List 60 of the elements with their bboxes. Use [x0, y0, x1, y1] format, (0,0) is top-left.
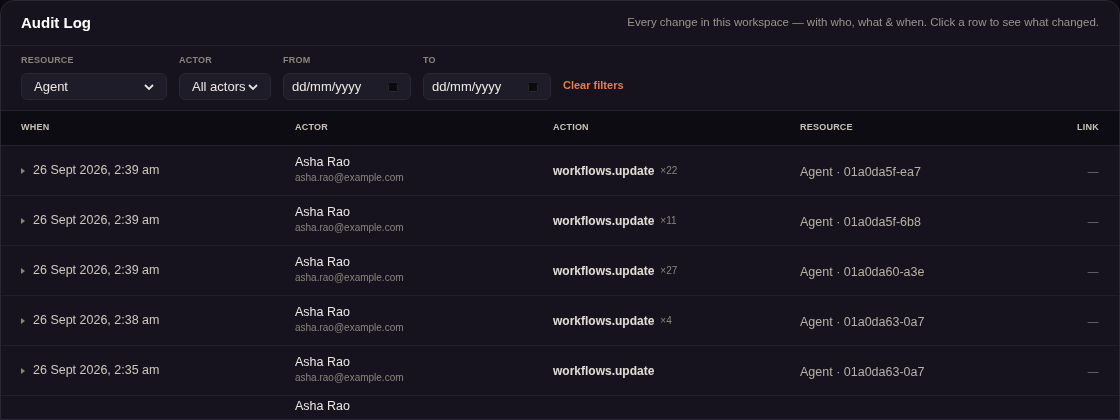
timestamp: 26 Sept 2026, 2:38 am — [33, 312, 160, 330]
empty-link-dash: — — [1087, 314, 1099, 329]
filter-label: FROM — [283, 53, 312, 67]
actor-name: Asha Rao — [295, 255, 351, 270]
timestamp: 26 Sept 2026, 2:39 am — [33, 162, 160, 180]
action-name: workflows.update — [553, 262, 655, 280]
action-count: ×11 — [660, 214, 677, 228]
chevron-down-icon — [144, 83, 154, 90]
action-name: workflows.update — [553, 362, 655, 380]
actor-name: Asha Rao — [295, 305, 351, 320]
empty-link-dash: — — [1087, 214, 1099, 229]
resource-name: Agent · 01a0da63-0a7 — [800, 314, 925, 329]
column-header: WHEN — [21, 121, 51, 135]
action-count: ×27 — [660, 264, 678, 278]
clear-filters-link[interactable]: Clear filters — [563, 76, 624, 93]
actor-name: Asha Rao — [295, 205, 351, 220]
caret-right-icon — [21, 367, 25, 374]
actor-email: asha.rao@example.com — [295, 221, 405, 235]
select-dropdown[interactable]: Agent — [21, 73, 167, 100]
date-input[interactable]: dd/mm/yyyy — [423, 73, 551, 100]
resource-name: Agent · 01a0da60-a3e — [800, 264, 925, 279]
actor-name: Asha Rao — [295, 399, 351, 414]
actor-email: asha.rao@example.com — [295, 321, 405, 335]
action-name: workflows.update — [553, 162, 655, 180]
column-header: ACTION — [553, 121, 590, 135]
column-header: LINK — [1076, 121, 1099, 135]
caret-right-icon — [21, 267, 25, 274]
resource-name: Agent · 01a0da5f-ea7 — [800, 164, 921, 179]
actor-email: asha.rao@example.com — [295, 371, 405, 385]
actor-name: Asha Rao — [295, 355, 351, 370]
caret-right-icon — [21, 167, 25, 174]
action-count: ×22 — [660, 164, 678, 178]
calendar-icon — [388, 81, 398, 92]
date-input[interactable]: dd/mm/yyyy — [283, 73, 411, 100]
resource-name: Agent · 01a0da63-0a7 — [800, 364, 925, 379]
empty-link-dash: — — [1087, 364, 1099, 379]
page-description: Every change in this workspace — with who, what & when. Click a row to see what changed. — [627, 15, 1099, 31]
empty-link-dash: — — [1087, 164, 1099, 179]
action-name: workflows.update — [553, 212, 655, 230]
caret-right-icon — [21, 217, 25, 224]
action-count: ×4 — [660, 314, 672, 328]
filter-label: RESOURCE — [21, 53, 75, 67]
select-dropdown[interactable]: All actors — [179, 73, 271, 100]
timestamp: 26 Sept 2026, 2:35 am — [33, 362, 160, 380]
filter-label: TO — [423, 53, 437, 67]
calendar-icon — [528, 81, 538, 92]
action-name: workflows.update — [553, 312, 655, 330]
empty-link-dash: — — [1087, 264, 1099, 279]
timestamp: 26 Sept 2026, 2:39 am — [33, 262, 160, 280]
column-header: RESOURCE — [800, 121, 854, 135]
chevron-down-icon — [248, 83, 258, 90]
resource-name: Agent · 01a0da5f-6b8 — [800, 214, 921, 229]
actor-name: Asha Rao — [295, 155, 351, 170]
actor-email: asha.rao@example.com — [295, 271, 405, 285]
actor-email: asha.rao@example.com — [295, 171, 405, 185]
caret-right-icon — [21, 317, 25, 324]
timestamp: 26 Sept 2026, 2:39 am — [33, 212, 160, 230]
filter-label: ACTOR — [179, 53, 213, 67]
column-header: ACTOR — [295, 121, 329, 135]
page-title: Audit Log — [21, 12, 91, 33]
